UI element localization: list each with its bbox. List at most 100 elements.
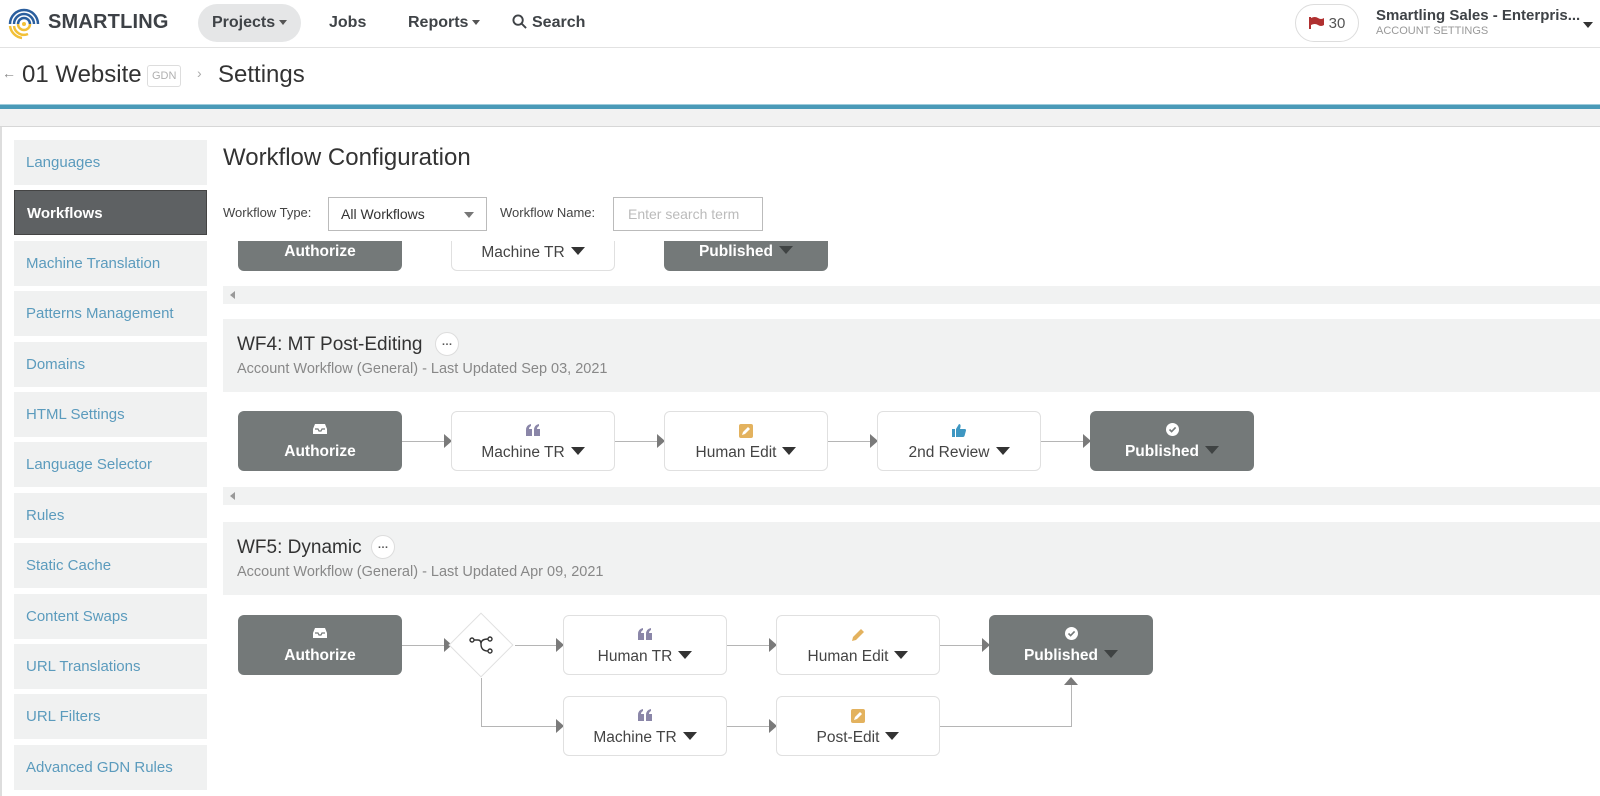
caret-down-icon[interactable]: [894, 651, 909, 659]
sidebar-item-advanced-gdn-rules[interactable]: Advanced GDN Rules: [14, 744, 207, 790]
sidebar-item-domains[interactable]: Domains: [14, 341, 207, 387]
sidebar-item-patterns-management[interactable]: Patterns Management: [14, 291, 207, 337]
step-label: Machine TR: [452, 444, 614, 462]
account-switcher[interactable]: Smartling Sales - Enterpris... ACCOUNT S…: [1376, 7, 1580, 37]
workflow-list[interactable]: Authorize Machine TR Published WF4: MT P…: [223, 241, 1600, 796]
connector: [515, 645, 557, 646]
caret-down-icon[interactable]: [779, 246, 794, 254]
sidebar-item-url-filters[interactable]: URL Filters: [14, 694, 207, 740]
sidebar-item-html-settings[interactable]: HTML Settings: [14, 391, 207, 437]
caret-down-icon[interactable]: [570, 247, 585, 255]
nav-projects[interactable]: Projects: [198, 4, 302, 42]
sidebar-item-language-selector[interactable]: Language Selector: [14, 442, 207, 488]
sidebar-item-workflows[interactable]: Workflows: [14, 190, 207, 236]
step-machine-tr[interactable]: Machine TR: [563, 696, 727, 756]
top-navigation: SMARTLING Projects Jobs Reports Search 3…: [0, 0, 1600, 48]
flag-icon: [1308, 17, 1324, 29]
scroll-left-icon[interactable]: [230, 291, 235, 299]
sidebar-item-machine-translation[interactable]: Machine Translation: [14, 240, 207, 286]
caret-down-icon[interactable]: [995, 447, 1010, 455]
step-authorize[interactable]: Authorize: [238, 241, 402, 271]
thumbs-up-icon: [952, 424, 966, 437]
step-authorize[interactable]: Authorize: [238, 411, 402, 471]
breadcrumb-separator: ›: [197, 65, 202, 81]
chevron-down-icon: [472, 20, 481, 26]
caret-down-icon[interactable]: [1205, 446, 1220, 454]
nav-reports[interactable]: Reports: [394, 4, 494, 42]
caret-down-icon[interactable]: [678, 651, 693, 659]
connector: [481, 678, 482, 726]
inbox-icon: [313, 424, 327, 434]
connector: [1041, 441, 1084, 442]
workflow-header: WF5: Dynamic … Account Workflow (General…: [223, 522, 1600, 595]
connector: [727, 726, 770, 727]
issues-count: 30: [1328, 14, 1346, 32]
workflow-type-select[interactable]: All Workflows: [328, 197, 487, 231]
quote-icon: [638, 709, 652, 721]
nav-search[interactable]: Search: [498, 4, 599, 42]
step-label: Human Edit: [777, 648, 939, 666]
step-human-edit[interactable]: Human Edit: [776, 615, 940, 675]
chevron-down-icon[interactable]: [1583, 22, 1593, 28]
horizontal-scrollbar[interactable]: [223, 487, 1600, 505]
arrow-left-icon[interactable]: ←: [2, 65, 16, 81]
header-spacer: [0, 109, 1600, 127]
issues-button[interactable]: 30: [1295, 4, 1359, 42]
sidebar-item-url-translations[interactable]: URL Translations: [14, 643, 207, 689]
ellipsis-icon[interactable]: …: [435, 332, 459, 356]
workflow-name: WF5: Dynamic: [237, 537, 362, 558]
step-label: 2nd Review: [878, 444, 1040, 462]
search-icon: [512, 14, 527, 29]
connector: [828, 441, 871, 442]
workflow-meta: Account Workflow (General) - Last Update…: [237, 361, 608, 377]
edit-square-icon: [851, 709, 865, 723]
caret-down-icon[interactable]: [570, 447, 585, 455]
step-machine-tr[interactable]: Machine TR: [451, 241, 615, 271]
step-label: Human Edit: [665, 444, 827, 462]
workflow-header: WF4: MT Post-Editing … Account Workflow …: [223, 319, 1600, 392]
sidebar-item-content-swaps[interactable]: Content Swaps: [14, 593, 207, 639]
caret-down-icon[interactable]: [782, 447, 797, 455]
connector: [1071, 684, 1072, 727]
step-post-edit[interactable]: Post-Edit: [776, 696, 940, 756]
caret-down-icon[interactable]: [682, 732, 697, 740]
step-authorize[interactable]: Authorize: [238, 615, 402, 675]
step-label: Published: [989, 647, 1153, 665]
horizontal-scrollbar[interactable]: [223, 286, 1600, 304]
edit-square-icon: [739, 424, 753, 438]
step-2nd-review[interactable]: 2nd Review: [877, 411, 1041, 471]
workflow-meta: Account Workflow (General) - Last Update…: [237, 564, 604, 580]
scroll-left-icon[interactable]: [230, 492, 235, 500]
brand-name: SMARTLING: [48, 10, 169, 33]
gdn-badge: GDN: [147, 65, 182, 87]
step-human-tr[interactable]: Human TR: [563, 615, 727, 675]
chevron-down-icon: [464, 212, 474, 218]
inbox-icon: [313, 628, 327, 638]
ellipsis-icon[interactable]: …: [371, 535, 395, 559]
nav-projects-label: Projects: [212, 14, 276, 31]
connector: [481, 726, 557, 727]
step-machine-tr[interactable]: Machine TR: [451, 411, 615, 471]
caret-down-icon[interactable]: [885, 732, 900, 740]
sidebar-item-static-cache[interactable]: Static Cache: [14, 543, 207, 589]
workflow-type-value: All Workflows: [341, 206, 425, 222]
caret-down-icon[interactable]: [1104, 650, 1119, 658]
step-published[interactable]: Published: [664, 241, 828, 271]
step-label: Published: [664, 243, 828, 261]
step-published[interactable]: Published: [1090, 411, 1254, 471]
workflow-name-label: Workflow Name:: [500, 205, 596, 220]
workflow-name-search-input[interactable]: [613, 197, 763, 231]
settings-sidebar: Languages Workflows Machine Translation …: [14, 140, 207, 795]
step-label: Machine TR: [564, 729, 726, 747]
step-label: Authorize: [284, 243, 356, 260]
sidebar-item-languages[interactable]: Languages: [14, 140, 207, 185]
breadcrumb-project[interactable]: 01 Website: [22, 61, 142, 89]
smartling-logo[interactable]: SMARTLING: [6, 4, 169, 40]
account-name: Smartling Sales - Enterpris...: [1376, 7, 1581, 24]
logo-icon: [8, 8, 40, 40]
step-human-edit[interactable]: Human Edit: [664, 411, 828, 471]
sidebar-item-rules[interactable]: Rules: [14, 492, 207, 538]
chevron-down-icon: [279, 20, 288, 26]
step-published[interactable]: Published: [989, 615, 1153, 675]
nav-jobs[interactable]: Jobs: [315, 4, 380, 42]
